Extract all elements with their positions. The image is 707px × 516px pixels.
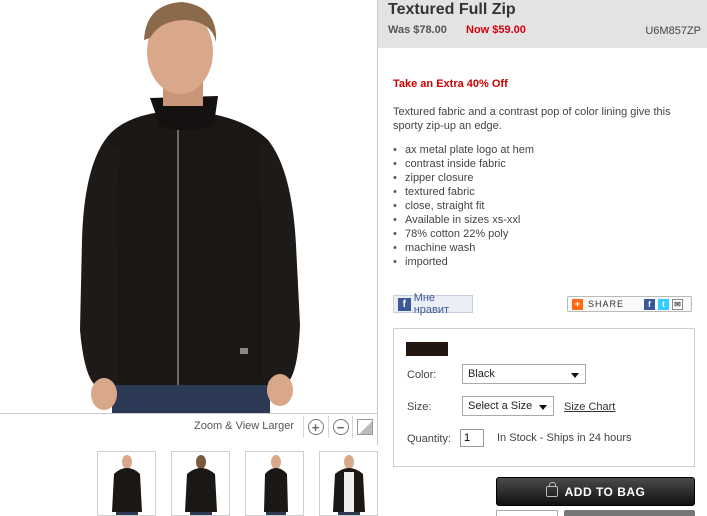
add-to-bag-button[interactable]: ADD TO BAG (496, 477, 695, 506)
facebook-icon: f (398, 297, 411, 311)
product-header: Textured Full Zip Was $78.00 Now $59.00 … (378, 0, 707, 48)
size-chart-link[interactable]: Size Chart (564, 401, 615, 413)
size-label: Size: (407, 401, 432, 413)
thumbnail-front[interactable] (97, 451, 156, 516)
list-item: close, straight fit (393, 199, 534, 213)
zoom-label[interactable]: Zoom & View Larger (194, 420, 294, 432)
chevron-down-icon (571, 373, 579, 378)
facebook-share-icon[interactable]: f (644, 298, 656, 310)
size-select-value: Select a Size (468, 400, 533, 412)
thumbnail-side[interactable] (245, 451, 304, 516)
color-select-value: Black (468, 368, 495, 380)
thumbnail-image (333, 455, 365, 515)
thumbnail-image (185, 455, 217, 515)
list-item: textured fabric (393, 185, 534, 199)
model-photo (80, 2, 300, 413)
list-item: contrast inside fabric (393, 157, 534, 171)
now-price: Now $59.00 (466, 24, 526, 36)
product-sku: U6M857ZP (645, 25, 701, 37)
zoom-out-button[interactable]: − (328, 416, 352, 438)
size-select[interactable]: Select a Size (462, 396, 554, 416)
bag-icon (545, 482, 558, 497)
full-view-button[interactable] (352, 416, 376, 438)
chevron-down-icon (539, 405, 547, 410)
stock-status: In Stock - Ships in 24 hours (497, 432, 632, 444)
secondary-control[interactable] (496, 510, 558, 516)
email-icon[interactable]: ✉ (672, 298, 684, 310)
zoom-toolbar: Zoom & View Larger + − (0, 414, 377, 440)
add-to-bag-label: ADD TO BAG (564, 484, 646, 499)
promo-text: Take an Extra 40% Off (393, 78, 508, 90)
like-label: Мне нравит (413, 292, 450, 316)
thumbnail-open[interactable] (319, 451, 378, 516)
feature-list: ax metal plate logo at hem contrast insi… (393, 143, 534, 269)
list-item: zipper closure (393, 171, 534, 185)
quantity-input[interactable] (460, 429, 484, 447)
zoom-in-icon: + (307, 419, 324, 435)
product-description: Textured fabric and a contrast pop of co… (393, 106, 671, 132)
share-button[interactable]: + SHARE f t ✉ (567, 296, 692, 312)
thumbnail-strip (0, 451, 378, 516)
addthis-plus-icon: + (572, 298, 583, 310)
share-label: SHARE (588, 299, 625, 309)
product-hero-image[interactable] (0, 0, 377, 413)
product-title: Textured Full Zip (388, 1, 516, 18)
fullscreen-icon (356, 419, 373, 435)
purchase-options: Color: Black Size: Select a Size Size Ch… (393, 328, 695, 467)
color-swatch-black[interactable] (406, 342, 448, 356)
facebook-like-button[interactable]: f Мне нравит (393, 292, 473, 316)
list-item: ax metal plate logo at hem (393, 143, 534, 157)
list-item: 78% cotton 22% poly (393, 227, 534, 241)
list-item: machine wash (393, 241, 534, 255)
thumbnail-back[interactable] (171, 451, 230, 516)
quantity-label: Quantity: (407, 433, 452, 445)
color-select[interactable]: Black (462, 364, 586, 384)
twitter-icon[interactable]: t (658, 298, 670, 310)
thumbnail-image (112, 455, 142, 515)
secondary-button[interactable] (564, 510, 695, 516)
was-price: Was $78.00 (388, 24, 447, 36)
zoom-in-button[interactable]: + (303, 416, 327, 438)
list-item: imported (393, 255, 534, 269)
thumbnail-image (264, 455, 288, 515)
zoom-out-icon: − (332, 419, 349, 435)
color-label: Color: (407, 369, 437, 381)
vertical-divider (377, 0, 378, 445)
list-item: Available in sizes xs-xxl (393, 213, 534, 227)
